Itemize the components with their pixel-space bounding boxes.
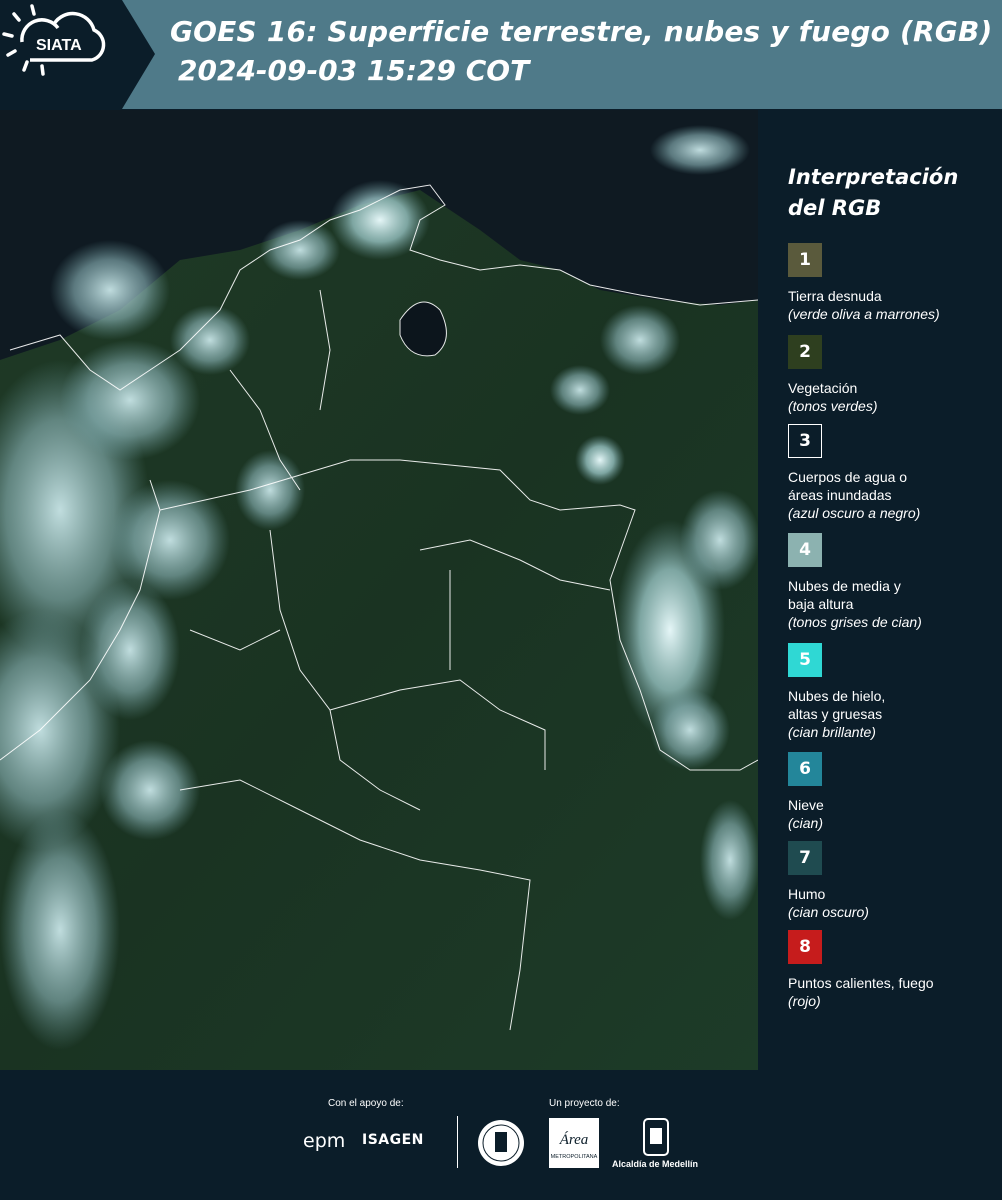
epm-logo: epm — [303, 1130, 346, 1152]
legend-item-label-line2: áreas inundadas — [788, 487, 892, 503]
legend-item-label: Nubes de hielo, altas y gruesas — [788, 687, 998, 723]
footer: Con el apoyo de: Un proyecto de: epm ISA… — [0, 1070, 1002, 1200]
swatch-3: 3 — [788, 424, 822, 458]
legend-item-label: Nubes de media y baja altura — [788, 577, 998, 613]
legend-item-ice-clouds: 5 Nubes de hielo, altas y gruesas (cian … — [788, 643, 998, 742]
legend-item-sub: (cian oscuro) — [788, 904, 869, 920]
swatch-4: 4 — [788, 533, 822, 567]
swatch-7: 7 — [788, 841, 822, 875]
satellite-map — [0, 110, 758, 1070]
legend-item-vegetation: 2 Vegetación (tonos verdes) — [788, 335, 998, 416]
area-logo-subtext: METROPOLITANA — [551, 1154, 598, 1160]
legend-item-label: Vegetación — [788, 380, 858, 396]
legend-item-sub: (azul oscuro a negro) — [788, 505, 921, 521]
legend-item-sub: (cian brillante) — [788, 724, 876, 740]
support-label: Con el apoyo de: — [328, 1098, 404, 1109]
logo-block: SIATA — [0, 0, 155, 109]
legend-item-sub: (tonos grises de cian) — [788, 614, 922, 630]
legend-item-sub: (cian) — [788, 815, 824, 831]
legend-item-smoke: 7 Humo (cian oscuro) — [788, 841, 998, 922]
legend-title: Interpretación del RGB — [788, 162, 988, 224]
header-bar: SIATA GOES 16: Superficie terrestre, nub… — [0, 0, 1002, 109]
swatch-5: 5 — [788, 643, 822, 677]
legend-panel: Interpretación del RGB 1 Tierra desnuda … — [770, 110, 1002, 1070]
swatch-1: 1 — [788, 243, 822, 277]
swatch-6: 6 — [788, 752, 822, 786]
swatch-2: 2 — [788, 335, 822, 369]
legend-item-label: Cuerpos de agua o áreas inundadas — [788, 468, 998, 504]
legend-item-snow: 6 Nieve (cian) — [788, 752, 998, 833]
legend-item-mid-low-clouds: 4 Nubes de media y baja altura (tonos gr… — [788, 533, 998, 632]
legend-item-bare-land: 1 Tierra desnuda (verde oliva a marrones… — [788, 243, 998, 324]
legend-item-label-line1: Nubes de hielo, — [788, 688, 886, 704]
siata-logo-icon: SIATA — [2, 4, 106, 76]
legend-item-sub: (rojo) — [788, 993, 821, 1009]
legend-item-label-line2: baja altura — [788, 596, 854, 612]
footer-divider — [457, 1116, 458, 1168]
medellin-logo-text: Alcaldía de Medellín — [612, 1159, 699, 1169]
legend-item-label: Puntos calientes, fuego — [788, 975, 934, 991]
area-metropolitana-logo: Área METROPOLITANA — [549, 1118, 599, 1168]
timestamp: 2024-09-03 15:29 COT — [178, 54, 530, 87]
legend-item-sub: (verde oliva a marrones) — [788, 306, 940, 322]
page-title: GOES 16: Superficie terrestre, nubes y f… — [170, 15, 993, 48]
legend-item-label-line1: Cuerpos de agua o — [788, 469, 908, 485]
project-label: Un proyecto de: — [549, 1098, 620, 1109]
legend-item-sub: (tonos verdes) — [788, 398, 878, 414]
seal-icon — [478, 1120, 524, 1166]
isagen-logo: ISAGEN — [362, 1132, 424, 1148]
siata-logo-text: SIATA — [36, 37, 82, 54]
legend-item-label: Humo — [788, 886, 826, 902]
area-logo-text: Área — [559, 1131, 589, 1148]
legend-title-line1: Interpretación — [788, 165, 959, 189]
medellin-shield-icon — [643, 1118, 669, 1156]
legend-item-label-line2: altas y gruesas — [788, 706, 883, 722]
legend-item-label-line1: Nubes de media y — [788, 578, 901, 594]
legend-item-label: Nieve — [788, 797, 824, 813]
legend-item-label: Tierra desnuda — [788, 288, 882, 304]
swatch-8: 8 — [788, 930, 822, 964]
legend-item-fire: 8 Puntos calientes, fuego (rojo) — [788, 930, 998, 1011]
legend-item-water: 3 Cuerpos de agua o áreas inundadas (azu… — [788, 424, 998, 523]
legend-title-line2: del RGB — [788, 196, 882, 220]
